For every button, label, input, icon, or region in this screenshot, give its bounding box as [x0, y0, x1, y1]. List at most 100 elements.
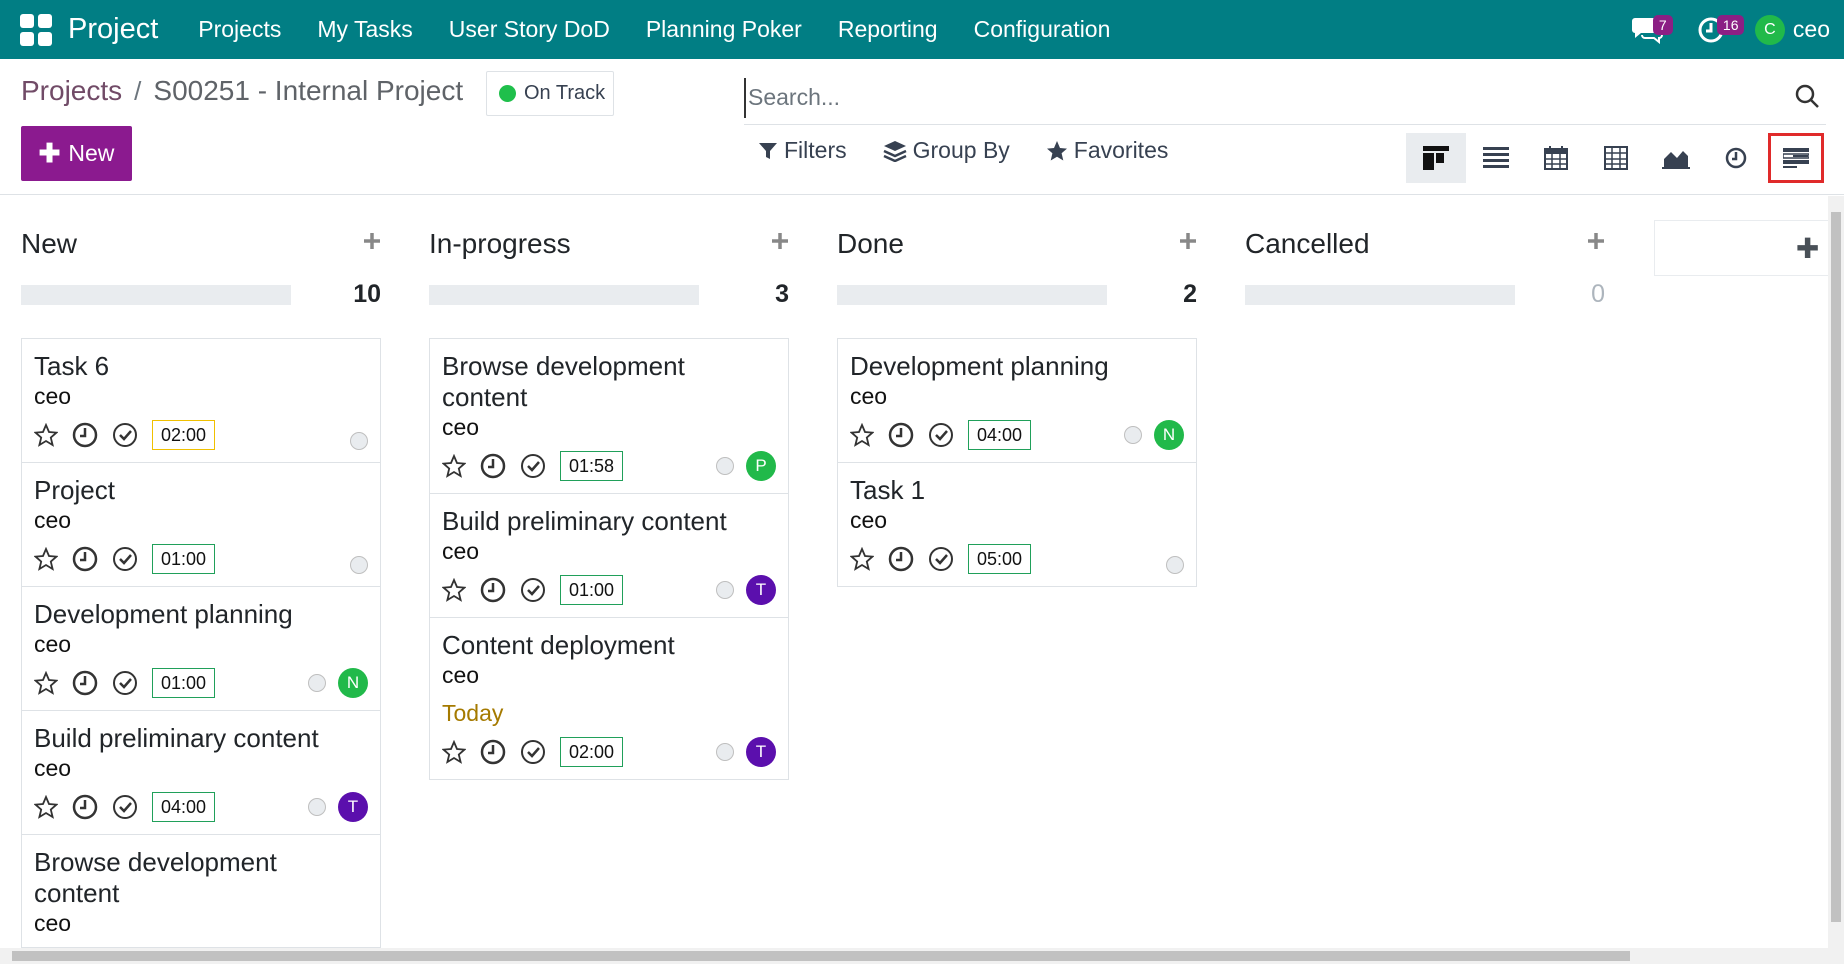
subtasks-button[interactable]: [520, 577, 546, 603]
menu-projects[interactable]: Projects: [180, 16, 299, 43]
assignee-avatar[interactable]: T: [746, 737, 776, 767]
star-outline-icon[interactable]: [34, 547, 58, 571]
task-card[interactable]: Task 1 ceo 05:00: [838, 463, 1196, 587]
subtask-check-icon[interactable]: [928, 422, 954, 448]
priority-star[interactable]: [34, 795, 58, 819]
assignee-avatar[interactable]: N: [1154, 420, 1184, 450]
activity-clock-icon[interactable]: [72, 794, 98, 820]
subtasks-button[interactable]: [928, 546, 954, 572]
priority-star[interactable]: [442, 578, 466, 602]
task-card[interactable]: Build preliminary content ceo 04:00 T: [22, 711, 380, 835]
task-card[interactable]: Browse development content ceo 01:58 P: [430, 339, 788, 494]
task-card[interactable]: Project ceo 01:00: [22, 463, 380, 587]
subtask-check-icon[interactable]: [520, 453, 546, 479]
subtask-check-icon[interactable]: [112, 670, 138, 696]
menu-user-story-dod[interactable]: User Story DoD: [431, 16, 628, 43]
activity-button[interactable]: [72, 670, 98, 696]
group-by-button[interactable]: Group By: [883, 137, 1010, 164]
horizontal-scrollbar[interactable]: [0, 948, 1844, 964]
new-task-button[interactable]: ✚ New: [21, 126, 132, 181]
add-task-plus-icon[interactable]: [771, 232, 789, 250]
assignee-avatar[interactable]: N: [338, 668, 368, 698]
filters-button[interactable]: Filters: [758, 137, 847, 164]
subtask-check-icon[interactable]: [112, 546, 138, 572]
horizontal-scrollbar-thumb[interactable]: [12, 951, 1630, 961]
star-outline-icon[interactable]: [850, 547, 874, 571]
column-title[interactable]: In-progress: [429, 228, 571, 260]
activity-button[interactable]: [480, 577, 506, 603]
add-task-plus-icon[interactable]: [363, 232, 381, 250]
star-outline-icon[interactable]: [34, 795, 58, 819]
column-title[interactable]: New: [21, 228, 77, 260]
assignee-avatar[interactable]: T: [338, 792, 368, 822]
task-card[interactable]: Browse development content ceo: [22, 835, 380, 948]
app-menu-icon[interactable]: [20, 13, 52, 46]
priority-star[interactable]: [34, 423, 58, 447]
subtask-check-icon[interactable]: [112, 794, 138, 820]
kanban-state-icon[interactable]: [308, 798, 326, 816]
assignee-avatar[interactable]: T: [746, 575, 776, 605]
subtasks-button[interactable]: [520, 453, 546, 479]
task-card[interactable]: Task 6 ceo 02:00: [22, 339, 380, 463]
subtasks-button[interactable]: [112, 422, 138, 448]
priority-star[interactable]: [850, 423, 874, 447]
column-title[interactable]: Done: [837, 228, 904, 260]
favorites-button[interactable]: Favorites: [1046, 137, 1168, 164]
user-name[interactable]: ceo: [1793, 16, 1830, 43]
kanban-state-icon[interactable]: [716, 581, 734, 599]
menu-reporting[interactable]: Reporting: [820, 16, 956, 43]
star-outline-icon[interactable]: [442, 578, 466, 602]
menu-configuration[interactable]: Configuration: [956, 16, 1129, 43]
priority-star[interactable]: [442, 740, 466, 764]
menu-planning-poker[interactable]: Planning Poker: [628, 16, 820, 43]
activity-view-button[interactable]: [1706, 133, 1766, 183]
calendar-view-button[interactable]: [1526, 133, 1586, 183]
column-progress-bar[interactable]: [837, 285, 1107, 305]
column-add-button[interactable]: [771, 232, 789, 255]
task-card[interactable]: Content deployment ceo Today 02:00 T: [430, 618, 788, 780]
priority-star[interactable]: [34, 671, 58, 695]
column-add-button[interactable]: [1587, 232, 1605, 255]
subtasks-button[interactable]: [112, 670, 138, 696]
column-progress-bar[interactable]: [429, 285, 699, 305]
app-brand[interactable]: Project: [68, 13, 158, 46]
star-outline-icon[interactable]: [442, 740, 466, 764]
subtasks-button[interactable]: [928, 422, 954, 448]
task-card[interactable]: Development planning ceo 04:00 N: [838, 339, 1196, 463]
priority-star[interactable]: [442, 454, 466, 478]
assignee-avatar[interactable]: P: [746, 451, 776, 481]
graph-view-button[interactable]: [1646, 133, 1706, 183]
list-view-button[interactable]: [1466, 133, 1526, 183]
column-progress-bar[interactable]: [1245, 285, 1515, 305]
activity-button[interactable]: [888, 546, 914, 572]
subtasks-button[interactable]: [112, 546, 138, 572]
kanban-state-icon[interactable]: [716, 457, 734, 475]
star-outline-icon[interactable]: [34, 671, 58, 695]
kanban-state-icon[interactable]: [350, 556, 368, 574]
column-progress-bar[interactable]: [21, 285, 291, 305]
search-input[interactable]: [744, 77, 1764, 118]
activity-clock-icon[interactable]: [888, 546, 914, 572]
subtasks-button[interactable]: [112, 794, 138, 820]
vertical-scrollbar[interactable]: [1828, 196, 1844, 948]
column-add-button[interactable]: [363, 232, 381, 255]
search-icon[interactable]: [1794, 83, 1820, 109]
star-outline-icon[interactable]: [850, 423, 874, 447]
subtask-check-icon[interactable]: [520, 577, 546, 603]
kanban-state-icon[interactable]: [716, 743, 734, 761]
activity-button[interactable]: [72, 794, 98, 820]
messages-button[interactable]: 7: [1627, 10, 1673, 50]
star-outline-icon[interactable]: [34, 423, 58, 447]
gantt-view-button[interactable]: [1768, 133, 1824, 183]
activity-clock-icon[interactable]: [888, 422, 914, 448]
activity-button[interactable]: [480, 739, 506, 765]
activities-button[interactable]: 16: [1691, 10, 1745, 50]
activity-clock-icon[interactable]: [480, 739, 506, 765]
menu-my-tasks[interactable]: My Tasks: [299, 16, 430, 43]
project-status-button[interactable]: On Track: [486, 71, 614, 116]
pivot-view-button[interactable]: [1586, 133, 1646, 183]
activity-clock-icon[interactable]: [72, 670, 98, 696]
task-card[interactable]: Build preliminary content ceo 01:00 T: [430, 494, 788, 618]
activity-clock-icon[interactable]: [480, 453, 506, 479]
activity-button[interactable]: [72, 546, 98, 572]
